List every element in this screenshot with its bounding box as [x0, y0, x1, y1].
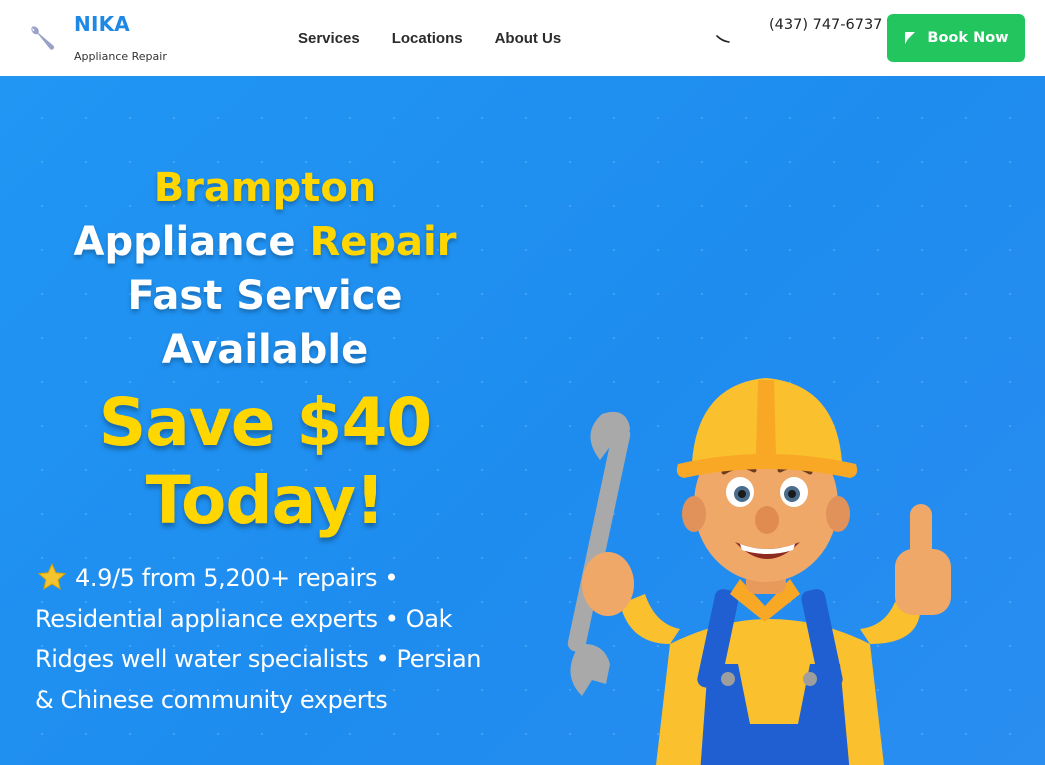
nav-services[interactable]: Services [298, 30, 360, 47]
headline-city: Brampton [153, 165, 377, 211]
headline-fast-service: Fast Service [127, 273, 403, 319]
book-now-label: Book Now [927, 30, 1009, 46]
repairman-illustration [567, 378, 951, 765]
wrench-icon[interactable] [26, 22, 58, 54]
promo-save: Save $40 [98, 384, 433, 461]
rating-summary: 4.9/5 from 5,200+ repairs • Residential … [35, 558, 490, 720]
promo-today: Today! [145, 462, 385, 539]
star-icon [37, 563, 67, 590]
main-nav: Services Locations About Us [298, 30, 561, 47]
headline-repair: Repair [309, 219, 457, 265]
brand-name[interactable]: NIKA [74, 12, 130, 36]
brand-tagline: Appliance Repair [74, 50, 167, 63]
site-header: NIKA Appliance Repair Services Locations… [0, 0, 1045, 76]
phone-link[interactable]: (437) 747-6737 [769, 17, 882, 33]
rating-text: 4.9/5 from 5,200+ repairs • Residential … [35, 564, 482, 714]
hero-headline: Brampton Appliance Repair Fast Service A… [30, 161, 500, 377]
hero-section: Brampton Appliance Repair Fast Service A… [0, 76, 1045, 765]
promo-headline: Save $40 Today! [30, 384, 500, 540]
pencil-icon [905, 32, 916, 44]
headline-available: Available [161, 327, 369, 373]
phone-icon [716, 35, 730, 43]
book-now-button[interactable]: Book Now [887, 14, 1025, 62]
nav-about-us[interactable]: About Us [495, 30, 562, 47]
headline-appliance: Appliance [73, 219, 296, 265]
nav-locations[interactable]: Locations [392, 30, 463, 47]
